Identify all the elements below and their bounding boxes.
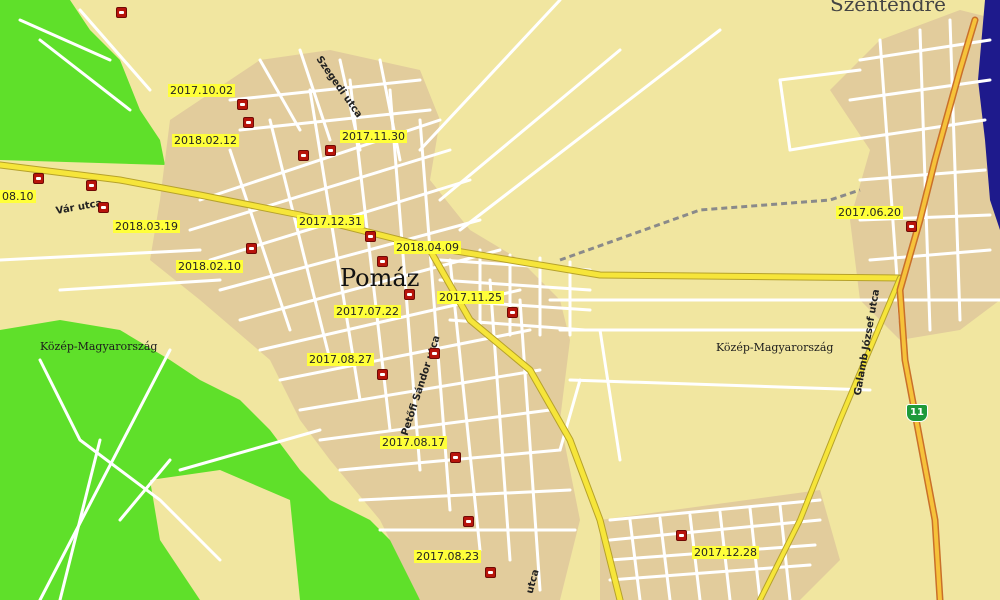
marker-icon[interactable] — [116, 7, 127, 18]
region-label-east: Közép-Magyarország — [716, 341, 834, 354]
marker-icon[interactable] — [33, 173, 44, 184]
marker-icon[interactable] — [463, 516, 474, 527]
marker-icon[interactable] — [404, 289, 415, 300]
date-label[interactable]: 2017.08.27 — [307, 353, 374, 366]
marker-icon[interactable] — [365, 231, 376, 242]
date-label[interactable]: 2017.08.23 — [414, 550, 481, 563]
marker-icon[interactable] — [86, 180, 97, 191]
date-label[interactable]: 2018.02.12 — [172, 134, 239, 147]
marker-icon[interactable] — [450, 452, 461, 463]
marker-icon[interactable] — [377, 256, 388, 267]
date-label[interactable]: 2017.08.17 — [380, 436, 447, 449]
date-label[interactable]: 2017.12.31 — [297, 215, 364, 228]
marker-icon[interactable] — [507, 307, 518, 318]
map-view[interactable]: Pomáz Szentendre Közép-Magyarország Közé… — [0, 0, 1000, 600]
town-label-pomaz: Pomáz — [340, 264, 420, 292]
marker-icon[interactable] — [676, 530, 687, 541]
date-label[interactable]: 2018.03.19 — [113, 220, 180, 233]
marker-icon[interactable] — [429, 348, 440, 359]
marker-icon[interactable] — [237, 99, 248, 110]
marker-icon[interactable] — [485, 567, 496, 578]
marker-icon[interactable] — [243, 117, 254, 128]
date-label[interactable]: 2017.10.02 — [168, 84, 235, 97]
region-label-west: Közép-Magyarország — [40, 340, 158, 353]
date-label[interactable]: 2018.04.09 — [394, 241, 461, 254]
date-label[interactable]: 2017.12.28 — [692, 546, 759, 559]
date-label[interactable]: 2017.11.30 — [340, 130, 407, 143]
date-label[interactable]: 2018.02.10 — [176, 260, 243, 273]
date-label[interactable]: 08.10 — [0, 190, 36, 203]
date-label[interactable]: 2017.07.22 — [334, 305, 401, 318]
marker-icon[interactable] — [377, 369, 388, 380]
marker-icon[interactable] — [906, 221, 917, 232]
route-shield-11: 11 — [906, 404, 928, 422]
date-label[interactable]: 2017.11.25 — [437, 291, 504, 304]
marker-icon[interactable] — [246, 243, 257, 254]
place-label-szentendre: Szentendre — [830, 0, 946, 16]
date-label[interactable]: 2017.06.20 — [836, 206, 903, 219]
marker-icon[interactable] — [325, 145, 336, 156]
marker-icon[interactable] — [98, 202, 109, 213]
marker-icon[interactable] — [298, 150, 309, 161]
